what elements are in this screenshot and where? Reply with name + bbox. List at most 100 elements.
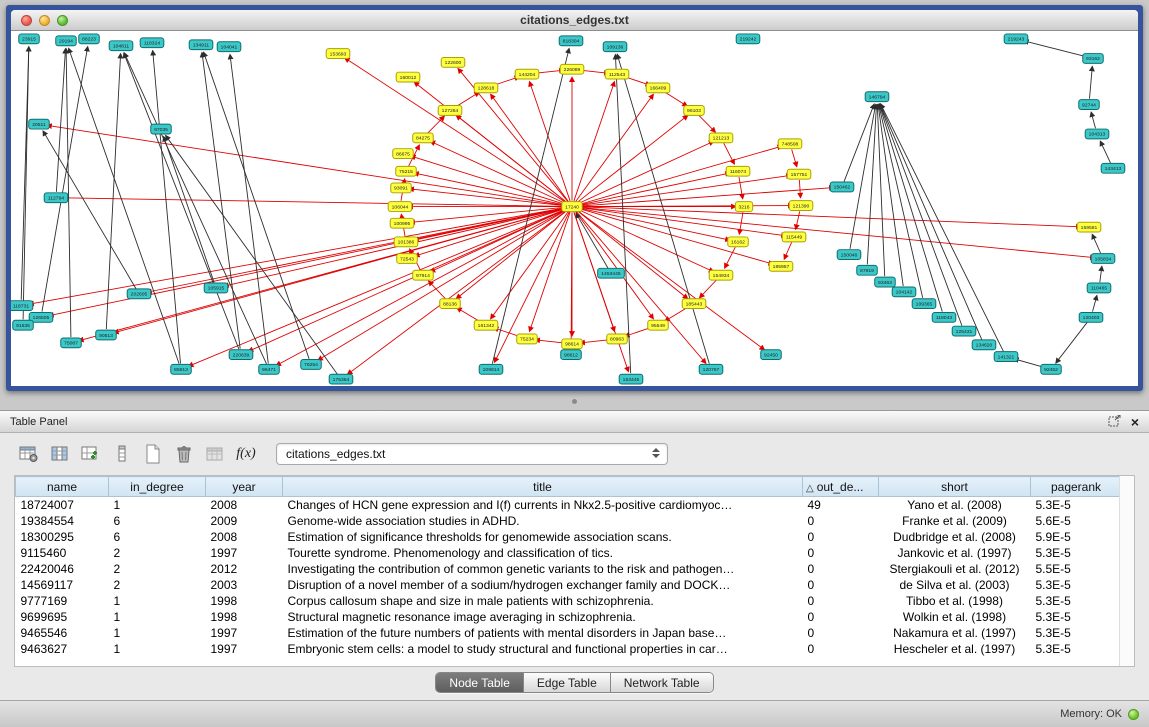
cell-name[interactable]: 9777169: [16, 593, 109, 609]
cell-short[interactable]: Franke et al. (2009): [879, 513, 1031, 529]
cell-out_degree[interactable]: 0: [803, 641, 879, 657]
cell-pagerank[interactable]: 5.5E-5: [1031, 561, 1120, 577]
cell-in_degree[interactable]: 1: [109, 593, 206, 609]
graph-node[interactable]: 118731: [11, 301, 33, 311]
graph-node[interactable]: 91535: [13, 320, 34, 330]
graph-node[interactable]: 80963: [607, 334, 628, 344]
graph-node[interactable]: 93162: [1083, 54, 1104, 64]
graph-node[interactable]: 120403: [1079, 312, 1103, 322]
zoom-button[interactable]: [57, 15, 68, 26]
graph-node[interactable]: 23915: [19, 34, 40, 44]
cell-name[interactable]: 18300295: [16, 529, 109, 545]
table-row[interactable]: 946362711997Embryonic stem cells: a mode…: [16, 641, 1120, 657]
graph-node[interactable]: 128618: [474, 83, 498, 93]
graph-node[interactable]: 112794: [44, 193, 68, 203]
graph-node[interactable]: 150462: [830, 182, 854, 192]
cell-out_degree[interactable]: 0: [803, 609, 879, 625]
graph-node[interactable]: 116074: [726, 166, 750, 176]
cell-out_degree[interactable]: 0: [803, 545, 879, 561]
graph-node[interactable]: 185443: [682, 299, 706, 309]
graph-node[interactable]: 110465: [1087, 283, 1111, 293]
graph-node[interactable]: 104041: [217, 42, 241, 52]
cell-name[interactable]: 14569117: [16, 577, 109, 593]
graph-node[interactable]: 105834: [1091, 254, 1115, 264]
cell-pagerank[interactable]: 5.3E-5: [1031, 497, 1120, 513]
cell-title[interactable]: Embryonic stem cells: a model to study s…: [283, 641, 803, 657]
graph-node[interactable]: 220639: [229, 350, 253, 360]
network-table-select[interactable]: citations_edges.txt: [276, 443, 668, 465]
cell-year[interactable]: 2008: [206, 529, 283, 545]
table-settings-icon[interactable]: [16, 442, 42, 466]
cell-in_degree[interactable]: 2: [109, 561, 206, 577]
graph-node[interactable]: 146794: [865, 92, 889, 102]
cell-title[interactable]: Estimation of significance thresholds fo…: [283, 529, 803, 545]
cell-year[interactable]: 2003: [206, 577, 283, 593]
graph-node[interactable]: 118043: [932, 312, 956, 322]
graph-node[interactable]: 104811: [109, 41, 133, 51]
graph-node[interactable]: 101386: [394, 237, 418, 247]
table-row[interactable]: 946554611997Estimation of the future num…: [16, 625, 1120, 641]
cell-out_degree[interactable]: 0: [803, 529, 879, 545]
cell-year[interactable]: 1997: [206, 625, 283, 641]
column-header-pagerank[interactable]: pagerank: [1031, 477, 1120, 497]
table-row[interactable]: 1456911722003Disruption of a novel membe…: [16, 577, 1120, 593]
column-header-title[interactable]: title: [283, 477, 803, 497]
table-row[interactable]: 1830029562008Estimation of significance …: [16, 529, 1120, 545]
graph-node[interactable]: 109136: [603, 42, 627, 52]
cell-pagerank[interactable]: 5.3E-5: [1031, 545, 1120, 561]
window-titlebar[interactable]: citations_edges.txt: [11, 10, 1138, 31]
cell-pagerank[interactable]: 5.3E-5: [1031, 641, 1120, 657]
column-header-name[interactable]: name: [16, 477, 109, 497]
function-builder-icon[interactable]: f(x): [233, 442, 259, 466]
graph-node[interactable]: 153693: [326, 49, 350, 59]
graph-node[interactable]: 115449: [782, 232, 806, 242]
graph-node[interactable]: 87919: [857, 265, 878, 275]
tab-node-table[interactable]: Node Table: [436, 673, 524, 692]
graph-node[interactable]: 20511: [29, 119, 50, 129]
graph-node[interactable]: 125431: [952, 326, 976, 336]
graph-node[interactable]: 144204: [515, 69, 539, 79]
graph-node[interactable]: 72543: [397, 254, 418, 264]
cell-title[interactable]: Corpus callosum shape and size in male p…: [283, 593, 803, 609]
graph-node[interactable]: 76254: [301, 360, 322, 370]
table-vertical-scrollbar[interactable]: [1119, 476, 1134, 666]
cell-year[interactable]: 1997: [206, 641, 283, 657]
graph-node[interactable]: 93463: [875, 277, 896, 287]
cell-pagerank[interactable]: 5.3E-5: [1031, 593, 1120, 609]
cell-title[interactable]: Genome-wide association studies in ADHD.: [283, 513, 803, 529]
graph-node[interactable]: 112543: [605, 69, 629, 79]
cell-out_degree[interactable]: 0: [803, 577, 879, 593]
graph-node[interactable]: 75087: [61, 338, 82, 348]
graph-node[interactable]: 100995: [390, 218, 414, 228]
graph-node[interactable]: 75234: [517, 334, 538, 344]
cell-pagerank[interactable]: 5.3E-5: [1031, 577, 1120, 593]
graph-node[interactable]: 3216: [735, 202, 752, 212]
graph-node[interactable]: 175364: [329, 374, 353, 384]
cell-name[interactable]: 9465546: [16, 625, 109, 641]
graph-node[interactable]: 86675: [393, 149, 414, 159]
graph-node[interactable]: 85913: [171, 364, 192, 374]
show-columns-icon[interactable]: [47, 442, 73, 466]
cell-year[interactable]: 1997: [206, 545, 283, 561]
graph-node[interactable]: 95549: [648, 320, 669, 330]
cell-year[interactable]: 2008: [206, 497, 283, 513]
float-panel-icon[interactable]: [1108, 415, 1121, 429]
cell-short[interactable]: de Silva et al. (2003): [879, 577, 1031, 593]
cell-short[interactable]: Yano et al. (2008): [879, 497, 1031, 513]
graph-node[interactable]: 16162: [728, 237, 749, 247]
cell-title[interactable]: Changes of HCN gene expression and I(f) …: [283, 497, 803, 513]
network-canvas[interactable]: 1724032161616215493418544395549809639861…: [11, 31, 1138, 386]
graph-node[interactable]: 75215: [396, 166, 417, 176]
graph-node[interactable]: 153445: [619, 374, 643, 384]
cell-in_degree[interactable]: 6: [109, 529, 206, 545]
cell-pagerank[interactable]: 5.6E-5: [1031, 513, 1120, 529]
cell-in_degree[interactable]: 1: [109, 641, 206, 657]
cell-out_degree[interactable]: 0: [803, 593, 879, 609]
cell-title[interactable]: Disruption of a novel member of a sodium…: [283, 577, 803, 593]
graph-node[interactable]: 109365: [912, 299, 936, 309]
cell-out_degree[interactable]: 0: [803, 625, 879, 641]
minimize-button[interactable]: [39, 15, 50, 26]
column-header-in-degree[interactable]: in_degree: [109, 477, 206, 497]
cell-title[interactable]: Investigating the contribution of common…: [283, 561, 803, 577]
graph-node[interactable]: 96471: [259, 364, 280, 374]
